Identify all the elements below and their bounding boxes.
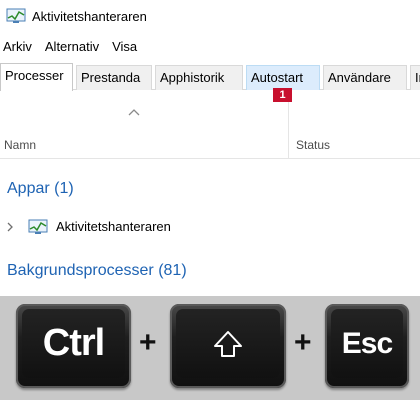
sort-ascending-icon[interactable] [128,108,140,116]
tab-processer[interactable]: Processer [0,63,73,91]
title-bar: Aktivitetshanteraren [0,0,420,32]
tab-information[interactable]: Information [410,65,420,90]
chevron-right-icon[interactable] [6,222,14,232]
menu-bar: Arkiv Alternativ Visa [0,35,420,57]
header-divider [0,158,420,159]
column-header-name[interactable]: Namn [4,138,36,152]
menu-arkiv[interactable]: Arkiv [3,39,32,54]
task-manager-icon [28,219,48,234]
tab-prestanda[interactable]: Prestanda [76,65,152,90]
plus-sign: + [139,326,157,359]
esc-key: Esc [325,304,409,388]
shift-icon [214,330,242,357]
menu-visa[interactable]: Visa [112,39,137,54]
ctrl-key-label: Ctrl [22,309,125,378]
tab-apphistorik[interactable]: Apphistorik [155,65,243,90]
shift-key [170,304,286,388]
process-name[interactable]: Aktivitetshanteraren [56,219,171,234]
column-divider[interactable] [288,102,289,158]
task-manager-icon [6,8,26,23]
group-title-background: Bakgrundsprocesser (81) [7,262,187,279]
group-title-apps: Appar (1) [7,180,74,197]
callout-badge: 1 [273,88,292,102]
tab-anvandare[interactable]: Användare [323,65,407,90]
menu-alternativ[interactable]: Alternativ [45,39,99,54]
column-header-status[interactable]: Status [296,138,330,152]
tab-autostart[interactable]: Autostart [246,65,320,90]
ctrl-key: Ctrl [16,304,131,388]
tab-strip: Processer Prestanda Apphistorik Autostar… [0,63,420,91]
window-title: Aktivitetshanteraren [32,8,147,24]
plus-sign: + [294,326,312,359]
esc-key-label: Esc [331,309,403,378]
